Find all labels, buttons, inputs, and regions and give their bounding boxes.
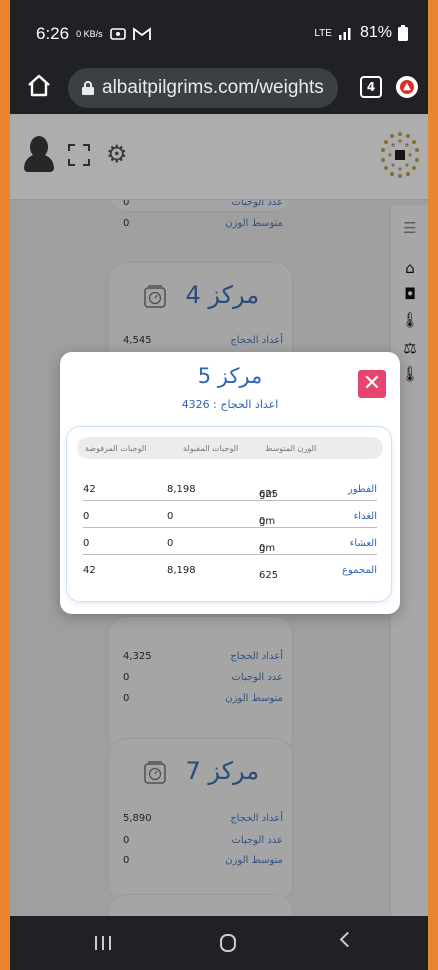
- url-text: albaitpilgrims.com/weights: [102, 77, 324, 98]
- address-bar[interactable]: albaitpilgrims.com/weights: [68, 68, 338, 108]
- battery-level: 81%: [359, 24, 392, 41]
- table-row: 0 0 0 gm الغداء: [83, 506, 377, 528]
- back-icon[interactable]: [339, 931, 356, 948]
- data-speed: 0 KB/s: [76, 28, 103, 39]
- phone-screen: 6:26 0 KB/s LTE 81% albaitpilgrims.com/w…: [10, 0, 428, 970]
- avg-weight-cell: 625: [259, 570, 279, 581]
- web-page: عدد الوجبات 0 متوسط الوزن 0 مركز 4 أعداد…: [10, 114, 428, 916]
- table-row: 42 8,198 625 gm الفطور: [83, 479, 377, 501]
- rejected-cell: 42: [83, 565, 96, 576]
- home-icon[interactable]: [24, 72, 54, 102]
- recent-apps-icon[interactable]: [95, 936, 113, 950]
- modal-title: مركز 5: [197, 364, 263, 388]
- table-row-total: 42 8,198 625 المجموع: [83, 560, 377, 582]
- system-nav-bar: [10, 916, 428, 970]
- center-details-modal: مركز 5 اعداد الحجاج : 4326 ✕ الوجبات الم…: [60, 352, 400, 614]
- header-rejected: الوجبات المرفوضة: [85, 444, 147, 453]
- accepted-cell: 8,198: [167, 484, 196, 495]
- unit-cell: gm: [259, 543, 276, 554]
- status-bar: 6:26 0 KB/s LTE 81%: [10, 0, 428, 62]
- tab-switcher-button[interactable]: 4: [360, 76, 382, 98]
- table-row: 0 0 0 gm العشاء: [83, 533, 377, 555]
- accepted-cell: 0: [167, 511, 174, 522]
- meal-name: الغداء: [353, 511, 377, 522]
- unit-cell: gm: [259, 516, 276, 527]
- rejected-cell: 0: [83, 538, 90, 549]
- meal-name: المجموع: [342, 565, 377, 576]
- network-type: LTE: [314, 27, 332, 39]
- home-button-icon[interactable]: [220, 934, 236, 952]
- battery-icon: [398, 25, 408, 41]
- accepted-cell: 8,198: [167, 565, 196, 576]
- rejected-cell: 0: [83, 511, 90, 522]
- gmail-icon: [132, 27, 151, 40]
- rejected-cell: 42: [83, 484, 96, 495]
- meals-table: الوجبات المرفوضة الوجبات المقبولة الوزن …: [66, 426, 392, 602]
- lock-icon: [82, 81, 94, 95]
- header-accepted: الوجبات المقبولة: [183, 444, 239, 453]
- update-icon[interactable]: ▲: [396, 76, 418, 98]
- browser-toolbar: albaitpilgrims.com/weights 4 ▲: [10, 62, 428, 114]
- accepted-cell: 0: [167, 538, 174, 549]
- header-avg-weight: الوزن المتوسط: [265, 444, 317, 453]
- clock: 6:26: [36, 24, 70, 43]
- meal-name: الفطور: [347, 484, 377, 495]
- modal-subtitle: اعداد الحجاج : 4326: [181, 398, 279, 411]
- meal-name: العشاء: [349, 538, 377, 549]
- signal-icon: [338, 28, 351, 40]
- table-header: الوجبات المرفوضة الوجبات المقبولة الوزن …: [77, 437, 383, 459]
- close-button[interactable]: ✕: [358, 370, 386, 398]
- unit-cell: gm: [259, 489, 276, 500]
- screenshot-icon: [109, 28, 126, 40]
